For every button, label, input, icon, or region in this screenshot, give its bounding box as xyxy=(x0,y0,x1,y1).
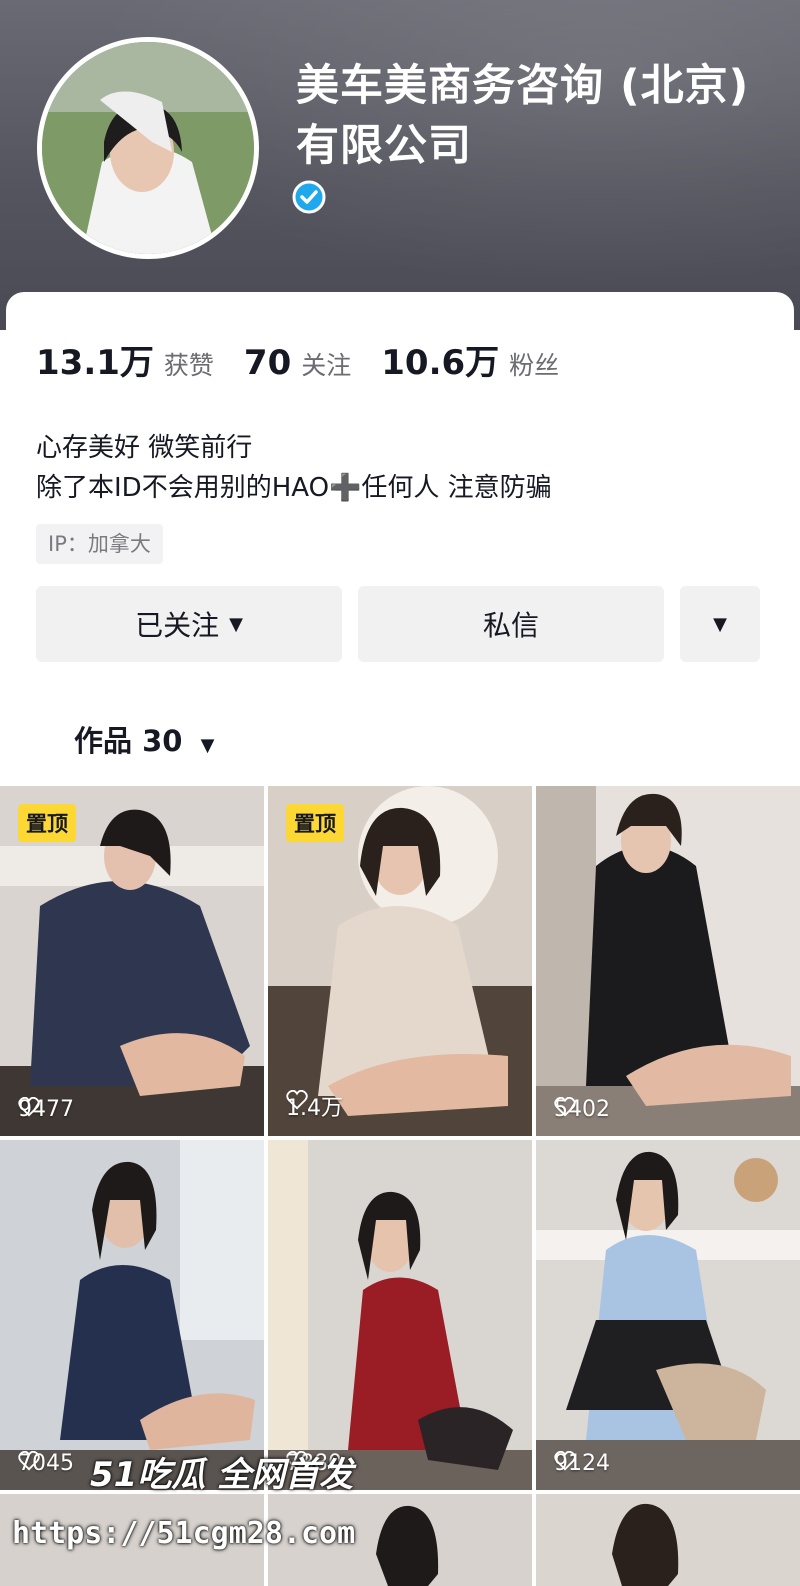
video-likes: 1.4万 xyxy=(286,1090,343,1122)
video-thumbnail[interactable]: 5402 xyxy=(536,786,800,1136)
likes-count[interactable]: 13.1万 xyxy=(36,335,154,384)
video-likes: 9477 xyxy=(18,1097,74,1122)
pinned-badge: 置顶 xyxy=(18,804,76,842)
following-count[interactable]: 70 xyxy=(244,343,291,383)
followers-label: 粉丝 xyxy=(509,351,560,380)
video-thumbnail[interactable]: 7045 xyxy=(0,1140,264,1490)
chevron-down-icon: ▼ xyxy=(229,613,243,635)
bio: 心存美好 微笑前行 除了本ID不会用别的HAO➕任何人 注意防骗 xyxy=(36,428,552,508)
following-button-label: 已关注 xyxy=(135,609,220,642)
video-thumbnail-image xyxy=(0,1140,264,1490)
heart-icon xyxy=(18,1097,40,1117)
tab-works[interactable]: 作品 30 ▼ xyxy=(74,718,214,760)
video-thumbnail-image xyxy=(536,786,800,1136)
tab-works-label: 作品 30 xyxy=(74,724,183,758)
video-thumbnail[interactable]: 置顶 9477 xyxy=(0,786,264,1136)
video-thumbnail[interactable]: 9124 xyxy=(536,1140,800,1490)
pinned-badge: 置顶 xyxy=(286,804,344,842)
more-options-button[interactable]: ▼ xyxy=(680,586,760,662)
video-thumbnail-image xyxy=(536,1140,800,1490)
message-button-label: 私信 xyxy=(482,609,539,642)
video-likes: 5402 xyxy=(554,1097,610,1122)
avatar[interactable] xyxy=(37,37,259,259)
message-button[interactable]: 私信 xyxy=(358,586,664,662)
ip-location-chip: IP：加拿大 xyxy=(36,524,163,564)
verified-badge-icon xyxy=(292,180,326,214)
following-button[interactable]: 已关注 ▼ xyxy=(36,586,342,662)
avatar-image xyxy=(42,42,254,254)
chevron-down-icon: ▼ xyxy=(713,613,727,635)
followers-count[interactable]: 10.6万 xyxy=(381,335,499,384)
heart-icon xyxy=(18,1451,40,1471)
stats-row: 13.1万 获赞 70 关注 10.6万 粉丝 xyxy=(36,335,589,384)
video-likes: 9124 xyxy=(554,1451,610,1476)
watermark-brand: 51吃瓜 全网首发 xyxy=(90,1455,354,1495)
heart-icon xyxy=(554,1451,576,1471)
watermark-url: https://51cgm28.com xyxy=(12,1516,356,1551)
profile-name: 美车美商务咨询 (北京) 有限公司 xyxy=(296,61,750,171)
video-thumbnail[interactable] xyxy=(536,1494,800,1586)
bio-line-1: 心存美好 微笑前行 xyxy=(36,433,253,463)
following-label: 关注 xyxy=(301,351,352,380)
chevron-down-icon: ▼ xyxy=(200,735,215,756)
video-thumbnail-image xyxy=(536,1494,800,1586)
video-thumbnail[interactable]: 7880 xyxy=(268,1140,532,1490)
heart-icon xyxy=(286,1090,308,1110)
video-likes: 7045 xyxy=(18,1451,74,1476)
video-thumbnail[interactable]: 置顶 1.4万 xyxy=(268,786,532,1136)
bio-line-2: 除了本ID不会用别的HAO➕任何人 注意防骗 xyxy=(36,473,552,503)
heart-icon xyxy=(554,1097,576,1117)
video-thumbnail-image xyxy=(268,1140,532,1490)
likes-label: 获赞 xyxy=(163,351,214,380)
